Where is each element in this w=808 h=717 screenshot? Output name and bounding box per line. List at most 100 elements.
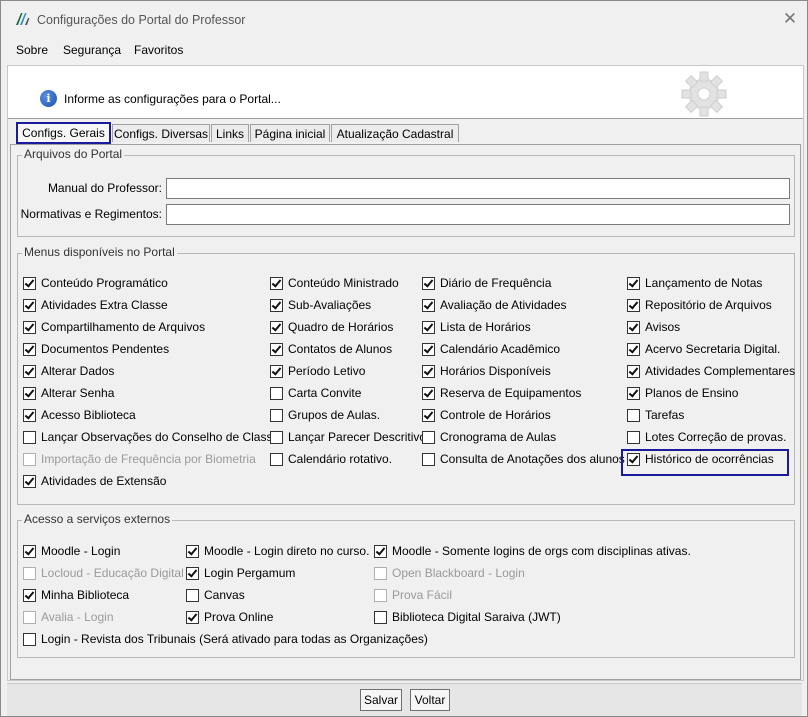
- checkbox-checked-icon[interactable]: [270, 276, 283, 290]
- checkbox-checked-icon[interactable]: [422, 364, 435, 378]
- checkbox-checked-icon[interactable]: [627, 386, 640, 400]
- menu-sobre[interactable]: Sobre: [16, 43, 48, 57]
- tab-pagina-inicial[interactable]: Página inicial: [250, 124, 330, 142]
- checkbox-checked-icon[interactable]: [422, 408, 435, 422]
- checkbox-canvas[interactable]: Canvas: [186, 586, 245, 604]
- checkbox-checked-icon[interactable]: [186, 566, 199, 580]
- checkbox-checked-icon[interactable]: [23, 544, 36, 558]
- checkbox-tarefas[interactable]: Tarefas: [627, 406, 684, 424]
- checkbox-periodo-letivo[interactable]: Período Letivo: [270, 362, 365, 380]
- checkbox-unchecked-icon[interactable]: [627, 408, 640, 422]
- checkbox-avisos[interactable]: Avisos: [627, 318, 680, 336]
- checkbox-atividades-complementares[interactable]: Atividades Complementares: [627, 362, 795, 380]
- checkbox-biblioteca-digital-saraiva-jwt[interactable]: Biblioteca Digital Saraiva (JWT): [374, 608, 561, 626]
- back-button[interactable]: Voltar: [410, 689, 450, 711]
- checkbox-checked-icon[interactable]: [422, 342, 435, 356]
- checkbox-lotes-correcao-de-provas[interactable]: Lotes Correção de provas.: [627, 428, 786, 446]
- checkbox-checked-icon[interactable]: [186, 544, 199, 558]
- checkbox-planos-de-ensino[interactable]: Planos de Ensino: [627, 384, 738, 402]
- checkbox-moodle-somente-logins-de-orgs-com-disciplinas-ativas[interactable]: Moodle - Somente logins de orgs com disc…: [374, 542, 691, 560]
- checkbox-checked-icon[interactable]: [23, 588, 36, 602]
- checkbox-checked-icon[interactable]: [23, 298, 36, 312]
- checkbox-checked-icon[interactable]: [374, 544, 387, 558]
- checkbox-checked-icon[interactable]: [23, 276, 36, 290]
- save-button[interactable]: Salvar: [360, 689, 402, 711]
- checkbox-checked-icon[interactable]: [627, 276, 640, 290]
- checkbox-lancar-observacoes-do-conselho-de-classe[interactable]: Lançar Observações do Conselho de Classe: [23, 428, 279, 446]
- checkbox-lancar-parecer-descritivo[interactable]: Lançar Parecer Descritivo: [270, 428, 426, 446]
- checkbox-unchecked-icon[interactable]: [422, 430, 435, 444]
- manual-field[interactable]: [166, 178, 790, 199]
- checkbox-checked-icon[interactable]: [627, 320, 640, 334]
- checkbox-repositorio-de-arquivos[interactable]: Repositório de Arquivos: [627, 296, 772, 314]
- checkbox-reserva-de-equipamentos[interactable]: Reserva de Equipamentos: [422, 384, 581, 402]
- checkbox-avaliacao-de-atividades[interactable]: Avaliação de Atividades: [422, 296, 567, 314]
- checkbox-checked-icon[interactable]: [23, 386, 36, 400]
- checkbox-sub-avaliacoes[interactable]: Sub-Avaliações: [270, 296, 371, 314]
- tab-configs-gerais[interactable]: Configs. Gerais: [16, 122, 111, 144]
- checkbox-checked-icon[interactable]: [23, 342, 36, 356]
- checkbox-checked-icon[interactable]: [627, 342, 640, 356]
- checkbox-consulta-de-anotacoes-dos-alunos[interactable]: Consulta de Anotações dos alunos: [422, 450, 625, 468]
- checkbox-documentos-pendentes[interactable]: Documentos Pendentes: [23, 340, 169, 358]
- checkbox-checked-icon[interactable]: [23, 474, 36, 488]
- checkbox-horarios-disponiveis[interactable]: Horários Disponíveis: [422, 362, 551, 380]
- checkbox-calendario-rotativo[interactable]: Calendário rotativo.: [270, 450, 392, 468]
- checkbox-checked-icon[interactable]: [23, 320, 36, 334]
- checkbox-moodle-login-direto-no-curso[interactable]: Moodle - Login direto no curso.: [186, 542, 369, 560]
- checkbox-moodle-login[interactable]: Moodle - Login: [23, 542, 120, 560]
- checkbox-checked-icon[interactable]: [422, 320, 435, 334]
- checkbox-lista-de-horarios[interactable]: Lista de Horários: [422, 318, 531, 336]
- checkbox-login-revista-dos-tribunais-sera-ativado-para-todas-as-organizacoes[interactable]: Login - Revista dos Tribunais (Será ativ…: [23, 630, 428, 648]
- checkbox-prova-online[interactable]: Prova Online: [186, 608, 273, 626]
- checkbox-checked-icon[interactable]: [23, 364, 36, 378]
- checkbox-unchecked-icon[interactable]: [23, 430, 36, 444]
- checkbox-conteudo-ministrado[interactable]: Conteúdo Ministrado: [270, 274, 399, 292]
- checkbox-checked-icon[interactable]: [422, 386, 435, 400]
- checkbox-checked-icon[interactable]: [422, 276, 435, 290]
- checkbox-alterar-dados[interactable]: Alterar Dados: [23, 362, 114, 380]
- close-icon[interactable]: ✕: [779, 9, 801, 29]
- checkbox-acervo-secretaria-digital[interactable]: Acervo Secretaria Digital.: [627, 340, 780, 358]
- checkbox-unchecked-icon[interactable]: [270, 408, 283, 422]
- checkbox-conteudo-programatico[interactable]: Conteúdo Programático: [23, 274, 168, 292]
- checkbox-unchecked-icon[interactable]: [186, 588, 199, 602]
- checkbox-acesso-biblioteca[interactable]: Acesso Biblioteca: [23, 406, 136, 424]
- checkbox-unchecked-icon[interactable]: [627, 430, 640, 444]
- checkbox-unchecked-icon[interactable]: [270, 452, 283, 466]
- checkbox-contatos-de-alunos[interactable]: Contatos de Alunos: [270, 340, 392, 358]
- checkbox-checked-icon[interactable]: [627, 364, 640, 378]
- checkbox-unchecked-icon[interactable]: [270, 386, 283, 400]
- normativas-field[interactable]: [166, 204, 790, 225]
- checkbox-lancamento-de-notas[interactable]: Lançamento de Notas: [627, 274, 762, 292]
- checkbox-atividades-extra-classe[interactable]: Atividades Extra Classe: [23, 296, 168, 314]
- checkbox-checked-icon[interactable]: [23, 408, 36, 422]
- checkbox-checked-icon[interactable]: [422, 298, 435, 312]
- checkbox-unchecked-icon[interactable]: [23, 632, 36, 646]
- checkbox-calendario-academico[interactable]: Calendário Acadêmico: [422, 340, 560, 358]
- checkbox-compartilhamento-de-arquivos[interactable]: Compartilhamento de Arquivos: [23, 318, 205, 336]
- tab-links[interactable]: Links: [211, 124, 249, 142]
- checkbox-unchecked-icon[interactable]: [374, 610, 387, 624]
- checkbox-unchecked-icon[interactable]: [270, 430, 283, 444]
- checkbox-checked-icon[interactable]: [270, 342, 283, 356]
- tab-atualizacao-cadastral[interactable]: Atualização Cadastral: [331, 124, 459, 142]
- checkbox-checked-icon[interactable]: [186, 610, 199, 624]
- checkbox-checked-icon[interactable]: [270, 364, 283, 378]
- checkbox-alterar-senha[interactable]: Alterar Senha: [23, 384, 114, 402]
- menu-seguranca[interactable]: Segurança: [63, 43, 121, 57]
- checkbox-quadro-de-horarios[interactable]: Quadro de Horários: [270, 318, 393, 336]
- checkbox-atividades-de-extensao[interactable]: Atividades de Extensão: [23, 472, 166, 490]
- tab-configs-diversas[interactable]: Configs. Diversas: [112, 124, 210, 142]
- checkbox-minha-biblioteca[interactable]: Minha Biblioteca: [23, 586, 129, 604]
- checkbox-checked-icon[interactable]: [270, 298, 283, 312]
- checkbox-cronograma-de-aulas[interactable]: Cronograma de Aulas: [422, 428, 556, 446]
- checkbox-diario-de-frequencia[interactable]: Diário de Frequência: [422, 274, 551, 292]
- checkbox-checked-icon[interactable]: [270, 320, 283, 334]
- checkbox-carta-convite[interactable]: Carta Convite: [270, 384, 361, 402]
- checkbox-controle-de-horarios[interactable]: Controle de Horários: [422, 406, 551, 424]
- checkbox-checked-icon[interactable]: [627, 298, 640, 312]
- checkbox-login-pergamum[interactable]: Login Pergamum: [186, 564, 295, 582]
- checkbox-grupos-de-aulas[interactable]: Grupos de Aulas.: [270, 406, 380, 424]
- checkbox-unchecked-icon[interactable]: [422, 452, 435, 466]
